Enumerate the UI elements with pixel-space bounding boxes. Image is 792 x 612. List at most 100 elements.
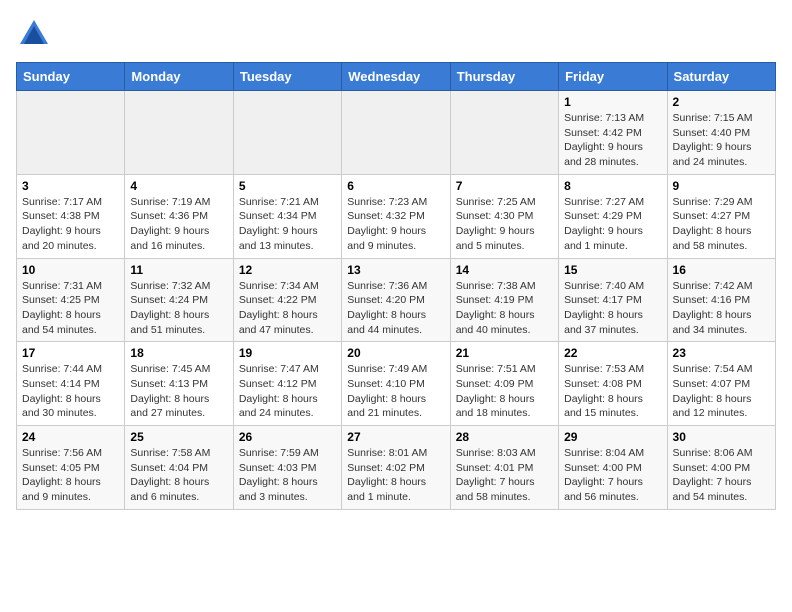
- day-info: Sunrise: 7:58 AM Sunset: 4:04 PM Dayligh…: [130, 446, 227, 505]
- day-info: Sunrise: 8:03 AM Sunset: 4:01 PM Dayligh…: [456, 446, 553, 505]
- day-cell: 14Sunrise: 7:38 AM Sunset: 4:19 PM Dayli…: [450, 258, 558, 342]
- day-cell: 2 Sunrise: 7:15 AM Sunset: 4:40 PM Daylig…: [667, 91, 775, 175]
- day-info: Sunrise: 7:49 AM Sunset: 4:10 PM Dayligh…: [347, 362, 444, 421]
- page-header: [16, 16, 776, 52]
- day-number: 25: [130, 430, 227, 444]
- day-info: Sunrise: 7:54 AM Sunset: 4:07 PM Dayligh…: [673, 362, 770, 421]
- day-number: 26: [239, 430, 336, 444]
- header-monday: Monday: [125, 63, 233, 91]
- day-cell: 15 Sunrise: 7:40 AM Sunset: 4:17 PM Dayli…: [559, 258, 667, 342]
- day-number: 24: [22, 430, 119, 444]
- day-cell: 27 Sunrise: 8:01 AM Sunset: 4:02 PM Dayli…: [342, 426, 450, 510]
- day-cell: [17, 91, 125, 175]
- day-cell: 18 Sunrise: 7:45 AM Sunset: 4:13 PM Dayli…: [125, 342, 233, 426]
- day-cell: 10Sunrise: 7:31 AM Sunset: 4:25 PM Dayli…: [17, 258, 125, 342]
- day-info: Sunrise: 7:42 AM Sunset: 4:16 PM Dayligh…: [673, 279, 770, 338]
- day-info: Sunrise: 7:32 AM Sunset: 4:24 PM Dayligh…: [130, 279, 227, 338]
- day-cell: 13Sunrise: 7:36 AM Sunset: 4:20 PM Dayli…: [342, 258, 450, 342]
- day-info: Sunrise: 7:56 AM Sunset: 4:05 PM Dayligh…: [22, 446, 119, 505]
- header-wednesday: Wednesday: [342, 63, 450, 91]
- day-cell: 16Sunrise: 7:42 AM Sunset: 4:16 PM Dayli…: [667, 258, 775, 342]
- day-number: 23: [673, 346, 770, 360]
- week-row-3: 17 Sunrise: 7:44 AM Sunset: 4:14 PM Dayli…: [17, 342, 776, 426]
- day-number: 5: [239, 179, 336, 193]
- day-cell: 22 Sunrise: 7:53 AM Sunset: 4:08 PM Dayli…: [559, 342, 667, 426]
- day-number: 18: [130, 346, 227, 360]
- day-info: Sunrise: 7:21 AM Sunset: 4:34 PM Dayligh…: [239, 195, 336, 254]
- day-number: 9: [673, 179, 770, 193]
- day-info: Sunrise: 7:23 AM Sunset: 4:32 PM Dayligh…: [347, 195, 444, 254]
- day-cell: 6 Sunrise: 7:23 AM Sunset: 4:32 PM Daylig…: [342, 174, 450, 258]
- header-tuesday: Tuesday: [233, 63, 341, 91]
- header-friday: Friday: [559, 63, 667, 91]
- day-number: 12: [239, 263, 336, 277]
- day-number: 6: [347, 179, 444, 193]
- day-cell: 1 Sunrise: 7:13 AM Sunset: 4:42 PM Daylig…: [559, 91, 667, 175]
- day-number: 21: [456, 346, 553, 360]
- day-number: 17: [22, 346, 119, 360]
- day-cell: 25 Sunrise: 7:58 AM Sunset: 4:04 PM Dayli…: [125, 426, 233, 510]
- day-cell: 26 Sunrise: 7:59 AM Sunset: 4:03 PM Dayli…: [233, 426, 341, 510]
- day-cell: 9Sunrise: 7:29 AM Sunset: 4:27 PM Daylig…: [667, 174, 775, 258]
- day-cell: 3Sunrise: 7:17 AM Sunset: 4:38 PM Daylig…: [17, 174, 125, 258]
- day-number: 22: [564, 346, 661, 360]
- day-number: 14: [456, 263, 553, 277]
- day-number: 13: [347, 263, 444, 277]
- day-number: 19: [239, 346, 336, 360]
- day-cell: 4Sunrise: 7:19 AM Sunset: 4:36 PM Daylig…: [125, 174, 233, 258]
- week-row-2: 10Sunrise: 7:31 AM Sunset: 4:25 PM Dayli…: [17, 258, 776, 342]
- day-cell: 11 Sunrise: 7:32 AM Sunset: 4:24 PM Dayli…: [125, 258, 233, 342]
- day-info: Sunrise: 8:01 AM Sunset: 4:02 PM Dayligh…: [347, 446, 444, 505]
- calendar-header-row: SundayMondayTuesdayWednesdayThursdayFrid…: [17, 63, 776, 91]
- day-cell: 20 Sunrise: 7:49 AM Sunset: 4:10 PM Dayli…: [342, 342, 450, 426]
- day-cell: 17 Sunrise: 7:44 AM Sunset: 4:14 PM Dayli…: [17, 342, 125, 426]
- day-cell: 23 Sunrise: 7:54 AM Sunset: 4:07 PM Dayli…: [667, 342, 775, 426]
- calendar-table: SundayMondayTuesdayWednesdayThursdayFrid…: [16, 62, 776, 510]
- day-info: Sunrise: 8:06 AM Sunset: 4:00 PM Dayligh…: [673, 446, 770, 505]
- day-number: 1: [564, 95, 661, 109]
- day-info: Sunrise: 7:47 AM Sunset: 4:12 PM Dayligh…: [239, 362, 336, 421]
- logo: [16, 16, 56, 52]
- day-number: 20: [347, 346, 444, 360]
- day-info: Sunrise: 7:40 AM Sunset: 4:17 PM Dayligh…: [564, 279, 661, 338]
- day-cell: [342, 91, 450, 175]
- day-info: Sunrise: 7:51 AM Sunset: 4:09 PM Dayligh…: [456, 362, 553, 421]
- week-row-0: 1 Sunrise: 7:13 AM Sunset: 4:42 PM Daylig…: [17, 91, 776, 175]
- day-number: 7: [456, 179, 553, 193]
- day-cell: [233, 91, 341, 175]
- day-cell: [450, 91, 558, 175]
- day-number: 15: [564, 263, 661, 277]
- day-info: Sunrise: 7:27 AM Sunset: 4:29 PM Dayligh…: [564, 195, 661, 254]
- logo-icon: [16, 16, 52, 52]
- day-info: Sunrise: 7:25 AM Sunset: 4:30 PM Dayligh…: [456, 195, 553, 254]
- day-info: Sunrise: 7:53 AM Sunset: 4:08 PM Dayligh…: [564, 362, 661, 421]
- header-saturday: Saturday: [667, 63, 775, 91]
- week-row-4: 24 Sunrise: 7:56 AM Sunset: 4:05 PM Dayli…: [17, 426, 776, 510]
- day-cell: 7 Sunrise: 7:25 AM Sunset: 4:30 PM Daylig…: [450, 174, 558, 258]
- day-number: 30: [673, 430, 770, 444]
- day-info: Sunrise: 7:13 AM Sunset: 4:42 PM Dayligh…: [564, 111, 661, 170]
- header-thursday: Thursday: [450, 63, 558, 91]
- week-row-1: 3Sunrise: 7:17 AM Sunset: 4:38 PM Daylig…: [17, 174, 776, 258]
- day-info: Sunrise: 7:44 AM Sunset: 4:14 PM Dayligh…: [22, 362, 119, 421]
- day-cell: 24 Sunrise: 7:56 AM Sunset: 4:05 PM Dayli…: [17, 426, 125, 510]
- day-cell: 12 Sunrise: 7:34 AM Sunset: 4:22 PM Dayli…: [233, 258, 341, 342]
- day-info: Sunrise: 7:34 AM Sunset: 4:22 PM Dayligh…: [239, 279, 336, 338]
- day-info: Sunrise: 7:31 AM Sunset: 4:25 PM Dayligh…: [22, 279, 119, 338]
- day-number: 2: [673, 95, 770, 109]
- day-info: Sunrise: 7:15 AM Sunset: 4:40 PM Dayligh…: [673, 111, 770, 170]
- day-number: 27: [347, 430, 444, 444]
- day-cell: [125, 91, 233, 175]
- day-number: 4: [130, 179, 227, 193]
- day-cell: 19 Sunrise: 7:47 AM Sunset: 4:12 PM Dayli…: [233, 342, 341, 426]
- day-info: Sunrise: 7:45 AM Sunset: 4:13 PM Dayligh…: [130, 362, 227, 421]
- day-number: 29: [564, 430, 661, 444]
- day-cell: 29 Sunrise: 8:04 AM Sunset: 4:00 PM Dayli…: [559, 426, 667, 510]
- day-number: 11: [130, 263, 227, 277]
- day-info: Sunrise: 8:04 AM Sunset: 4:00 PM Dayligh…: [564, 446, 661, 505]
- day-cell: 28Sunrise: 8:03 AM Sunset: 4:01 PM Dayli…: [450, 426, 558, 510]
- day-info: Sunrise: 7:59 AM Sunset: 4:03 PM Dayligh…: [239, 446, 336, 505]
- header-sunday: Sunday: [17, 63, 125, 91]
- day-number: 8: [564, 179, 661, 193]
- day-number: 3: [22, 179, 119, 193]
